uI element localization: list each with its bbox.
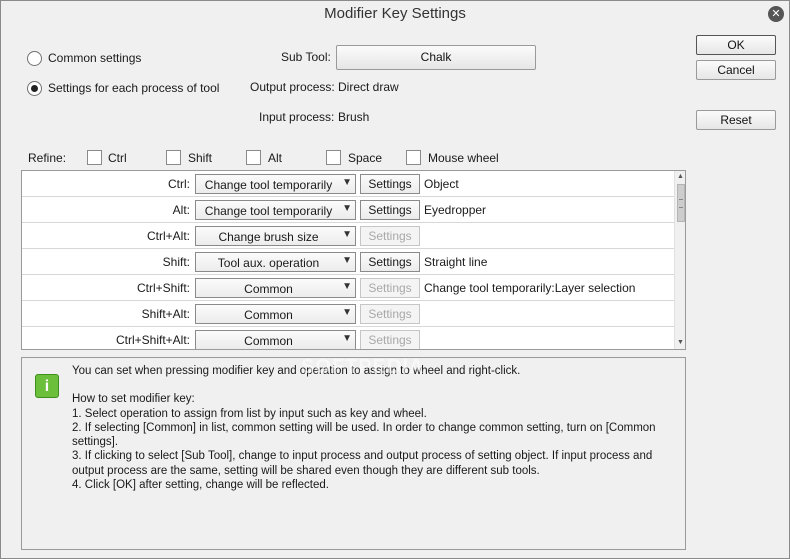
operation-value: Tool aux. operation [217,256,320,270]
refine-ctrl-checkbox[interactable] [87,150,102,165]
scroll-up-icon[interactable]: ▲ [675,171,685,183]
reset-button[interactable]: Reset [696,110,776,130]
radio-common-settings[interactable] [27,51,42,66]
table-row: Ctrl+Shift+Alt: Common ▼ Settings [22,327,674,349]
chevron-down-icon: ▼ [342,229,352,240]
operation-dropdown[interactable]: Change tool temporarily ▼ [195,174,356,194]
settings-button: Settings [360,278,420,298]
radio-per-tool-settings-label[interactable]: Settings for each process of tool [48,81,219,95]
settings-button: Settings [360,304,420,324]
scroll-down-icon[interactable]: ▼ [675,337,685,349]
chevron-down-icon: ▼ [342,307,352,318]
refine-space-checkbox[interactable] [326,150,341,165]
operation-dropdown[interactable]: Tool aux. operation ▼ [195,252,356,272]
close-icon[interactable]: ✕ [768,6,784,22]
operation-value: Common [244,308,293,322]
chevron-down-icon: ▼ [342,255,352,266]
operation-dropdown[interactable]: Common ▼ [195,330,356,349]
operation-dropdown[interactable]: Change brush size ▼ [195,226,356,246]
modifier-key-table: Ctrl: Change tool temporarily ▼ Settings… [21,170,686,350]
input-process-label: Input process: [259,110,335,124]
help-panel: i You can set when pressing modifier key… [21,357,686,550]
table-row: Ctrl+Shift: Common ▼ Settings Change too… [22,275,674,301]
help-step: 3. If clicking to select [Sub Tool], cha… [72,450,653,477]
refine-mouse-wheel-checkbox[interactable] [406,150,421,165]
refine-space-label[interactable]: Space [348,151,382,165]
title-bar: Modifier Key Settings ✕ [1,1,789,27]
refine-alt-label[interactable]: Alt [268,151,282,165]
chevron-down-icon: ▼ [342,203,352,214]
info-icon: i [35,374,59,398]
modifier-key: Ctrl+Shift: [136,281,190,295]
refine-label: Refine: [28,151,67,165]
target-value: Change tool temporarily:Layer selection [424,281,636,295]
chevron-down-icon: ▼ [342,177,352,188]
target-value: Eyedropper [424,203,487,217]
subtool-label: Sub Tool: [281,50,331,64]
chevron-down-icon: ▼ [342,333,352,344]
scrollbar-thumb[interactable] [677,184,685,222]
radio-common-settings-label[interactable]: Common settings [48,51,141,65]
settings-button: Settings [360,226,420,246]
operation-dropdown[interactable]: Change tool temporarily ▼ [195,200,356,220]
input-process-value: Brush [338,110,370,124]
operation-value: Change brush size [218,230,319,244]
operation-value: Common [244,282,293,296]
watermark: SOFTPEDIA [301,356,425,378]
table-row: Alt: Change tool temporarily ▼ Settings … [22,197,674,223]
operation-dropdown[interactable]: Common ▼ [195,304,356,324]
table-row: Ctrl+Alt: Change brush size ▼ Settings [22,223,674,249]
settings-button: Settings [360,330,420,349]
ok-button[interactable]: OK [696,35,776,55]
operation-dropdown[interactable]: Common ▼ [195,278,356,298]
operation-value: Common [244,334,293,348]
table-scrollbar[interactable]: ▲ ▼ [674,171,685,349]
target-value: Object [424,177,459,191]
output-process-label: Output process: [250,80,335,94]
modifier-key: Shift+Alt: [141,307,190,321]
settings-button[interactable]: Settings [360,252,420,272]
operation-value: Change tool temporarily [204,204,333,218]
cancel-button[interactable]: Cancel [696,60,776,80]
table-row: Shift+Alt: Common ▼ Settings [22,301,674,327]
modifier-key: Ctrl+Alt: [146,229,190,243]
refine-shift-checkbox[interactable] [166,150,181,165]
operation-value: Change tool temporarily [204,178,333,192]
settings-button[interactable]: Settings [360,200,420,220]
modifier-key: Alt: [172,203,190,217]
settings-button[interactable]: Settings [360,174,420,194]
window-title: Modifier Key Settings [324,5,466,22]
help-text: You can set when pressing modifier key a… [72,364,667,492]
dialog-window: Modifier Key Settings ✕ Common settings … [0,0,790,559]
table-row: Shift: Tool aux. operation ▼ Settings St… [22,249,674,275]
help-heading: How to set modifier key: [72,393,195,406]
help-step: 2. If selecting [Common] in list, common… [72,421,656,449]
help-step: 1. Select operation to assign from list … [72,407,427,420]
modifier-key: Shift: [162,255,190,269]
subtool-button[interactable]: Chalk [336,45,536,70]
output-process-value: Direct draw [338,80,399,94]
modifier-key: Ctrl+Shift+Alt: [115,333,190,347]
radio-per-tool-settings[interactable] [27,81,42,96]
chevron-down-icon: ▼ [342,281,352,292]
refine-shift-label[interactable]: Shift [188,151,212,165]
modifier-key: Ctrl: [168,177,190,191]
help-step: 4. Click [OK] after setting, change will… [72,479,329,492]
refine-mouse-wheel-label[interactable]: Mouse wheel [428,151,499,165]
target-value: Straight line [424,255,488,269]
table-row: Ctrl: Change tool temporarily ▼ Settings… [22,171,674,197]
refine-ctrl-label[interactable]: Ctrl [108,151,127,165]
refine-alt-checkbox[interactable] [246,150,261,165]
